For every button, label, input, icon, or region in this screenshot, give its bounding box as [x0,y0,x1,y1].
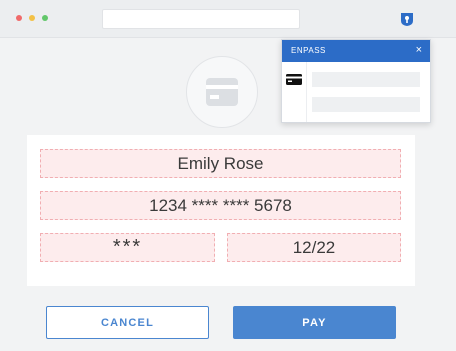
window-minimize-button[interactable] [29,15,35,21]
browser-toolbar [0,0,456,38]
credit-card-icon [206,78,238,106]
enpass-popup-title: ENPASS [291,46,326,55]
app-frame: Emily Rose 1234 **** **** 5678 *** 12/22… [0,0,456,351]
pay-button[interactable]: PAY [233,306,396,339]
enpass-popup: ENPASS × [281,39,431,123]
cancel-button[interactable]: CANCEL [46,306,209,339]
card-form: Emily Rose 1234 **** **** 5678 *** 12/22 [27,135,415,286]
enpass-extension-icon[interactable] [399,11,415,27]
enpass-popup-header: ENPASS × [282,40,430,62]
close-icon[interactable]: × [416,44,422,56]
window-close-button[interactable] [16,15,22,21]
cardholder-name-field[interactable]: Emily Rose [40,149,401,178]
window-maximize-button[interactable] [42,15,48,21]
expiry-field[interactable]: 12/22 [227,233,401,262]
card-avatar [186,56,258,128]
card-number-field[interactable]: 1234 **** **** 5678 [40,191,401,220]
enpass-item-subtitle-placeholder[interactable] [312,97,420,112]
address-bar[interactable] [102,9,300,29]
cvv-field[interactable]: *** [40,233,215,262]
enpass-item-title-placeholder[interactable] [312,72,420,87]
enpass-item-icon-column [282,62,307,122]
credit-card-icon [286,74,302,85]
